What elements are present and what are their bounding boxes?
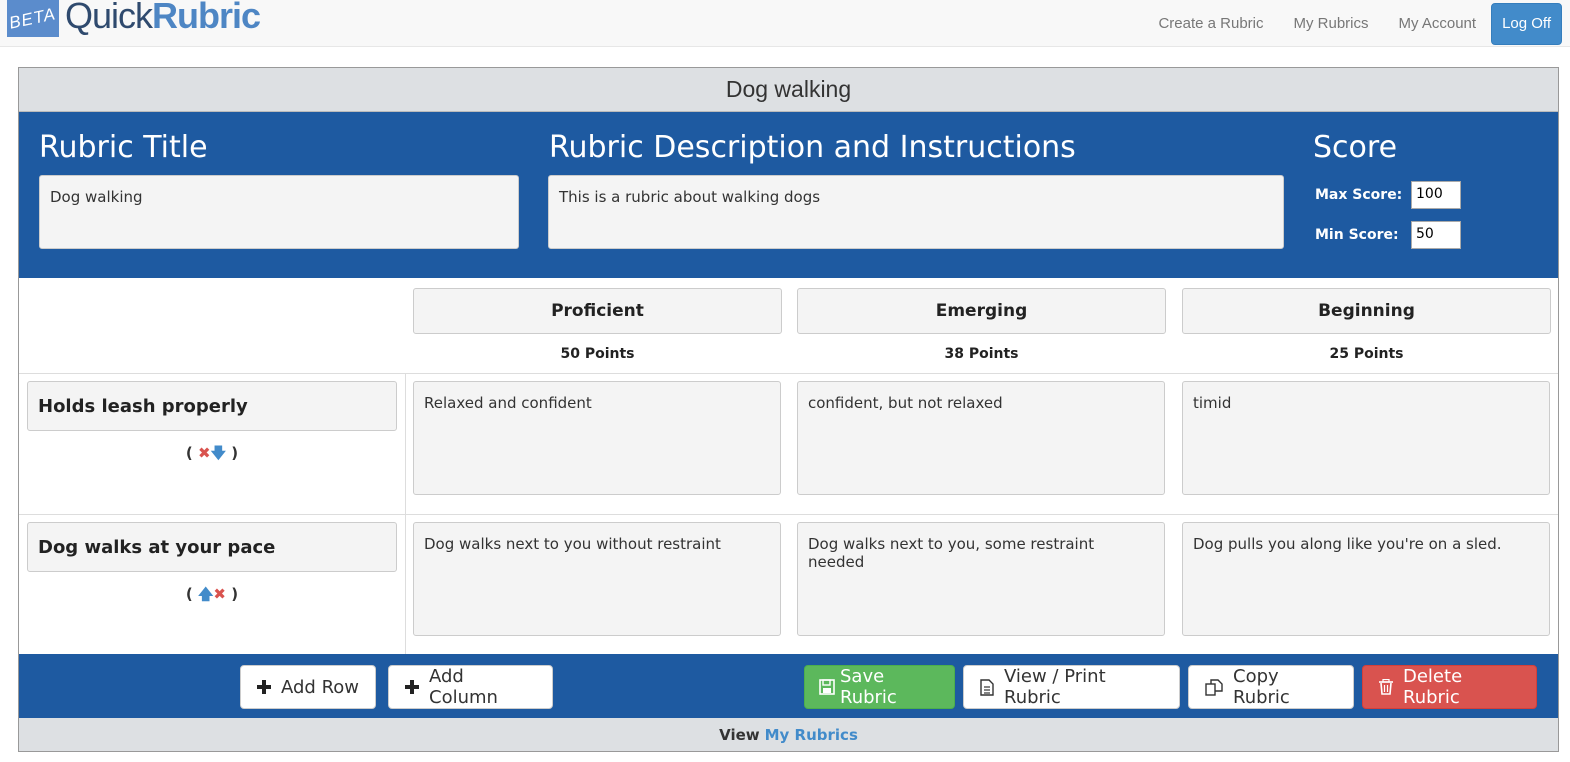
action-bar: Add Row Add Column Save Rubric View / Pr… xyxy=(19,654,1558,718)
rubric-title-heading: Rubric Title xyxy=(39,130,208,165)
plus-icon xyxy=(405,680,419,694)
delete-row-icon[interactable]: ✖ xyxy=(198,444,211,462)
log-off-button[interactable]: Log Off xyxy=(1491,2,1562,45)
copy-icon xyxy=(1205,678,1223,696)
rubric-cell[interactable]: Dog walks next to you, some restraint ne… xyxy=(797,522,1165,636)
criterion-controls: ( 🡅✖ ) xyxy=(185,585,239,603)
rubric-heading: Dog walking xyxy=(19,68,1558,112)
delete-rubric-button[interactable]: Delete Rubric xyxy=(1362,665,1537,709)
footer-prefix: View xyxy=(719,725,760,744)
plus-icon xyxy=(257,680,271,694)
rubric-cell[interactable]: Dog walks next to you without restraint xyxy=(413,522,781,636)
rubric-title-input[interactable]: Dog walking xyxy=(39,175,519,249)
move-up-icon[interactable]: 🡅 xyxy=(198,585,213,603)
brand-name-part1: Quick xyxy=(65,0,153,36)
brand-name-part2: Rubric xyxy=(152,0,261,36)
rubric-cell[interactable]: Dog pulls you along like you're on a sle… xyxy=(1182,522,1550,636)
rubric-description-heading: Rubric Description and Instructions xyxy=(549,130,1076,165)
column-points-beginning: 25 Points xyxy=(1329,346,1404,362)
column-header-proficient[interactable]: Proficient xyxy=(413,288,782,334)
save-rubric-button[interactable]: Save Rubric xyxy=(804,665,955,709)
document-icon xyxy=(980,678,994,696)
max-score-label: Max Score: xyxy=(1315,187,1403,203)
criteria-column-divider xyxy=(405,373,406,654)
row-divider xyxy=(19,373,1558,374)
add-column-button[interactable]: Add Column xyxy=(388,665,553,709)
max-score-input[interactable]: 100 xyxy=(1411,181,1461,209)
my-rubrics-link[interactable]: My Rubrics xyxy=(765,726,858,744)
copy-rubric-label: Copy Rubric xyxy=(1233,666,1290,708)
rubric-cell[interactable]: confident, but not relaxed xyxy=(797,381,1165,495)
column-header-emerging[interactable]: Emerging xyxy=(797,288,1166,334)
quickrubric-logo[interactable]: BETA QuickRubric xyxy=(7,0,261,40)
move-down-icon[interactable]: 🡇 xyxy=(211,444,226,462)
rubric-cell[interactable]: timid xyxy=(1182,381,1550,495)
save-icon xyxy=(819,679,835,695)
panel-footer: View My Rubrics xyxy=(19,718,1558,751)
column-header-beginning[interactable]: Beginning xyxy=(1182,288,1551,334)
nav-links: Create a Rubric My Rubrics My Account Lo… xyxy=(1143,0,1562,47)
delete-rubric-label: Delete Rubric xyxy=(1403,666,1463,708)
nav-my-account[interactable]: My Account xyxy=(1384,15,1492,32)
beta-badge-label: BETA xyxy=(7,3,58,33)
score-heading: Score xyxy=(1313,130,1398,165)
rubric-cell[interactable]: Relaxed and confident xyxy=(413,381,781,495)
rubric-description-input[interactable]: This is a rubric about walking dogs xyxy=(548,175,1284,249)
criterion-controls: ( ✖🡇 ) xyxy=(185,444,239,462)
column-points-proficient: 50 Points xyxy=(560,346,635,362)
min-score-label: Min Score: xyxy=(1315,227,1399,243)
delete-row-icon[interactable]: ✖ xyxy=(213,585,226,603)
nav-create-rubric[interactable]: Create a Rubric xyxy=(1143,15,1278,32)
criterion-name[interactable]: Holds leash properly xyxy=(27,381,397,431)
beta-badge: BETA xyxy=(7,0,59,37)
add-row-button[interactable]: Add Row xyxy=(240,665,376,709)
add-row-label: Add Row xyxy=(281,676,360,698)
column-points-emerging: 38 Points xyxy=(944,346,1019,362)
rubric-editor-panel: Dog walking Rubric Title Dog walking Rub… xyxy=(18,67,1559,752)
nav-my-rubrics[interactable]: My Rubrics xyxy=(1279,15,1384,32)
save-rubric-label: Save Rubric xyxy=(840,666,897,708)
view-print-rubric-label: View / Print Rubric xyxy=(1004,666,1106,708)
add-column-label: Add Column xyxy=(429,666,498,708)
criterion-name[interactable]: Dog walks at your pace xyxy=(27,522,397,572)
rubric-meta-section: Rubric Title Dog walking Rubric Descript… xyxy=(19,112,1558,278)
row-divider xyxy=(19,514,1558,515)
brand-name: QuickRubric xyxy=(65,0,261,36)
min-score-input[interactable]: 50 xyxy=(1411,221,1461,249)
view-print-rubric-button[interactable]: View / Print Rubric xyxy=(963,665,1180,709)
top-navbar: BETA QuickRubric Create a Rubric My Rubr… xyxy=(0,0,1570,47)
trash-icon xyxy=(1379,679,1393,695)
copy-rubric-button[interactable]: Copy Rubric xyxy=(1188,665,1354,709)
